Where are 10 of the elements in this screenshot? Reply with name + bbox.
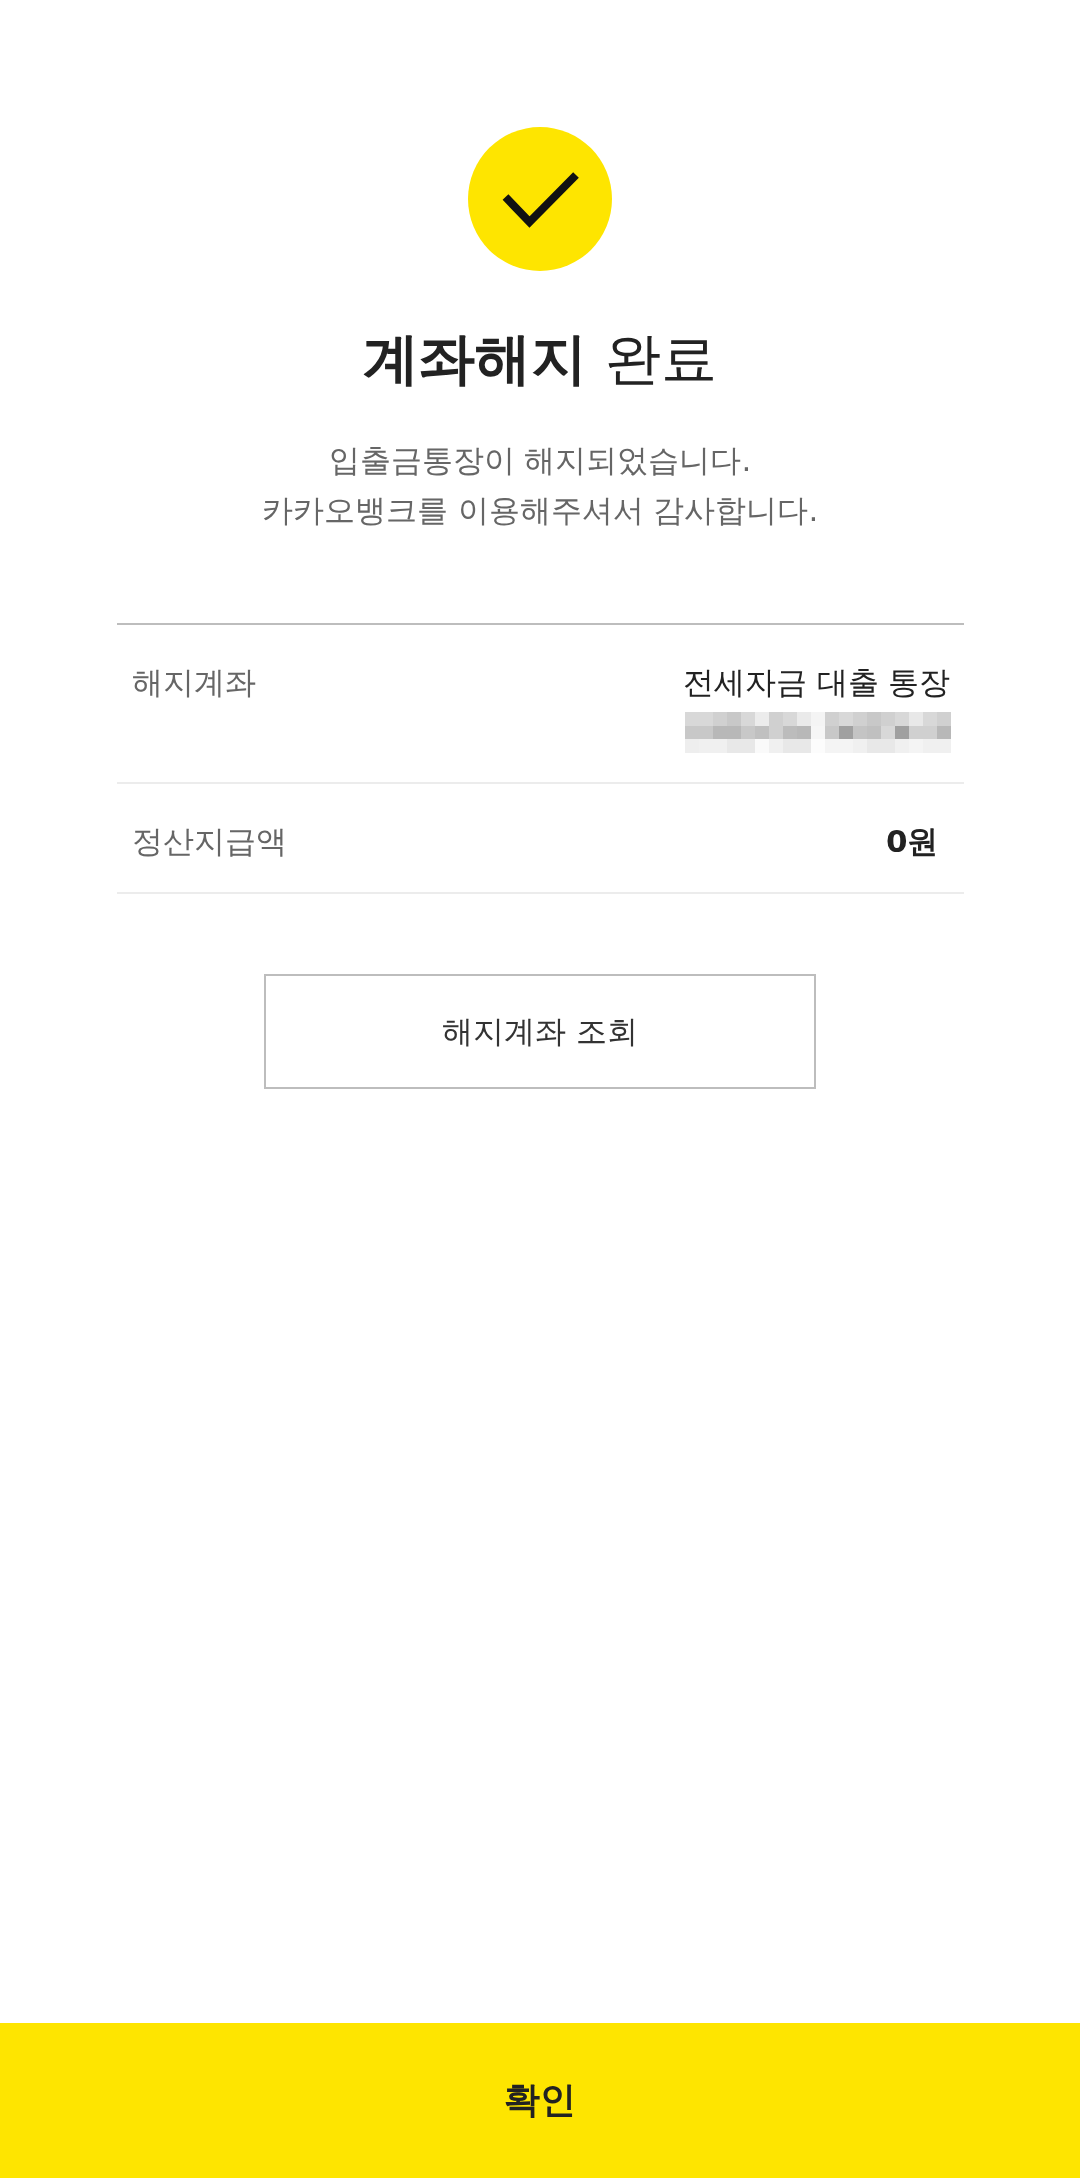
detail-value: 전세자금 대출 통장 bbox=[682, 663, 951, 702]
detail-value: 0원 bbox=[885, 822, 939, 861]
check-circle-icon bbox=[468, 127, 612, 271]
message-text: 입출금통장이 해지되었습니다. bbox=[328, 441, 752, 480]
closed-account-lookup-button[interactable]: 해지계좌 조회 bbox=[264, 974, 816, 1089]
confirm-button[interactable]: 확인 bbox=[0, 2023, 1080, 2178]
detail-label: 정산지급액 bbox=[131, 822, 287, 861]
detail-label: 해지계좌 bbox=[131, 663, 256, 702]
page-title: 계좌해지 완료 bbox=[363, 325, 717, 393]
message-text: 카카오뱅크를 이용해주셔서 감사합니다. bbox=[261, 491, 819, 530]
